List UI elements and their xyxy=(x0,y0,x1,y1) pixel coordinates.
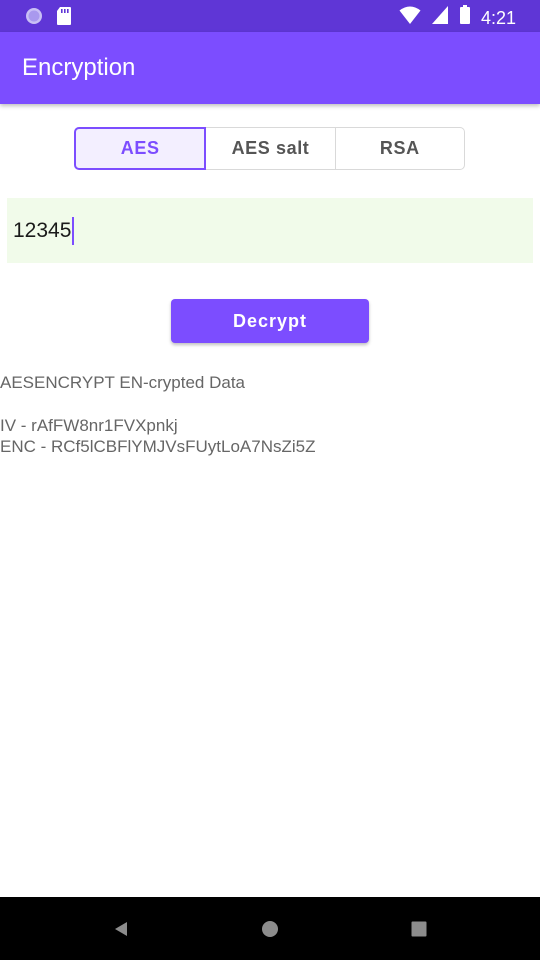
text-cursor xyxy=(72,216,75,245)
output-heading: AESENCRYPT EN-crypted Data xyxy=(0,373,246,392)
sd-card-icon xyxy=(56,6,72,31)
recents-icon[interactable] xyxy=(405,915,433,943)
input-value: 12345 xyxy=(13,218,72,242)
output-iv-line: IV - rAfFW8nr1FVXpnkj xyxy=(0,416,178,435)
output-enc-line: ENC - RCf5lCBFlYMJVsFUytLoA7NsZi5Z xyxy=(0,437,316,456)
text-input-field[interactable]: 12345 xyxy=(7,198,533,263)
status-time: 4:21 xyxy=(480,7,516,28)
wifi-icon xyxy=(399,5,421,30)
mode-aes-button[interactable]: AES xyxy=(74,127,207,170)
mode-aes-salt-button[interactable]: AES salt xyxy=(206,127,336,170)
mode-rsa-button[interactable]: RSA xyxy=(335,127,465,170)
output-text: AESENCRYPT EN-crypted Data IV - rAfFW8nr… xyxy=(0,372,540,457)
cell-signal-icon xyxy=(431,5,449,30)
status-bar: 4:21 xyxy=(0,0,540,32)
status-left-icons xyxy=(24,6,72,31)
decrypt-button[interactable]: Decrypt xyxy=(171,299,369,343)
app-bar: Encryption xyxy=(0,32,540,104)
navigation-bar xyxy=(0,897,540,960)
output-spacer xyxy=(0,393,540,415)
battery-icon xyxy=(459,5,471,30)
encryption-mode-toggle: AES AES salt RSA xyxy=(74,127,465,170)
app-title: Encryption xyxy=(22,54,136,81)
back-icon[interactable] xyxy=(107,915,135,943)
status-right-icons: 4:21 xyxy=(399,5,516,30)
circle-notification-icon xyxy=(24,6,44,31)
home-icon[interactable] xyxy=(256,915,284,943)
